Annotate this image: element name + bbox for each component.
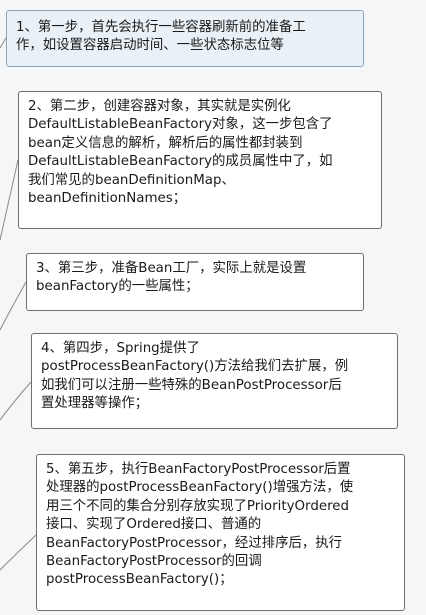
connector-step-4 bbox=[0, 381, 32, 421]
step-1-line-1: 1、第一步，首先会执行一些容器刷新前的准备工 bbox=[16, 20, 306, 35]
step-4-line-4: 置处理器等操作； bbox=[41, 396, 149, 412]
step-4-node: 4、第四步，Spring提供了 postProcessBeanFactory()… bbox=[31, 333, 398, 429]
step-5-node: 5、第五步，执行BeanFactoryPostProcessor后置 处理器的p… bbox=[36, 454, 405, 611]
connector-step-2 bbox=[0, 159, 19, 241]
connector-step-3 bbox=[0, 281, 27, 331]
step-5-line-7: postProcessBeanFactory()； bbox=[46, 572, 233, 588]
step-3-node: 3、第三步，准备Bean工厂，实际上就是设置 beanFactory的一些属性； bbox=[26, 253, 364, 311]
step-4-line-2: postProcessBeanFactory()方法给我们去扩展，例 bbox=[41, 359, 349, 375]
step-2-node: 2、第二步，创建容器对象，其实就是实例化 DefaultListableBean… bbox=[18, 91, 382, 229]
step-5-line-4: 接口、实现了Ordered接口、普通的 bbox=[46, 517, 262, 533]
step-2-line-5: 我们常见的beanDefinitionMap、 bbox=[28, 172, 235, 188]
step-2-line-2: DefaultListableBeanFactory对象，这一步包含了 bbox=[28, 117, 333, 133]
step-2-line-4: DefaultListableBeanFactory的成员属性中了，如 bbox=[28, 154, 333, 170]
connector-step-5 bbox=[0, 534, 37, 571]
step-4-line-3: 如我们可以注册一些特殊的BeanPostProcessor后 bbox=[41, 377, 342, 393]
step-5-line-3: 用三个不同的集合分别存放实现了PriorityOrdered bbox=[46, 498, 350, 514]
step-2-line-1: 2、第二步，创建容器对象，其实就是实例化 bbox=[28, 99, 291, 114]
step-5-line-5: BeanFactoryPostProcessor，经过排序后，执行 bbox=[46, 535, 343, 551]
step-5-line-2: 处理器的postProcessBeanFactory()增强方法，使 bbox=[46, 480, 354, 496]
step-4-line-1: 4、第四步，Spring提供了 bbox=[41, 341, 200, 356]
step-1-node: 1、第一步，首先会执行一些容器刷新前的准备工 作，如设置容器启动时间、一些状态标… bbox=[6, 10, 364, 67]
step-3-line-2: beanFactory的一些属性； bbox=[36, 279, 199, 295]
step-2-line-6: beanDefinitionNames； bbox=[28, 191, 187, 207]
step-5-line-6: BeanFactoryPostProcessor的回调 bbox=[46, 554, 262, 570]
step-3-line-1: 3、第三步，准备Bean工厂，实际上就是设置 bbox=[36, 261, 307, 276]
step-2-line-3: bean定义信息的解析，解析后的属性都封装到 bbox=[28, 135, 303, 151]
step-5-line-1: 5、第五步，执行BeanFactoryPostProcessor后置 bbox=[46, 462, 351, 477]
step-1-line-2: 作，如设置容器启动时间、一些状态标志位等 bbox=[16, 38, 284, 54]
